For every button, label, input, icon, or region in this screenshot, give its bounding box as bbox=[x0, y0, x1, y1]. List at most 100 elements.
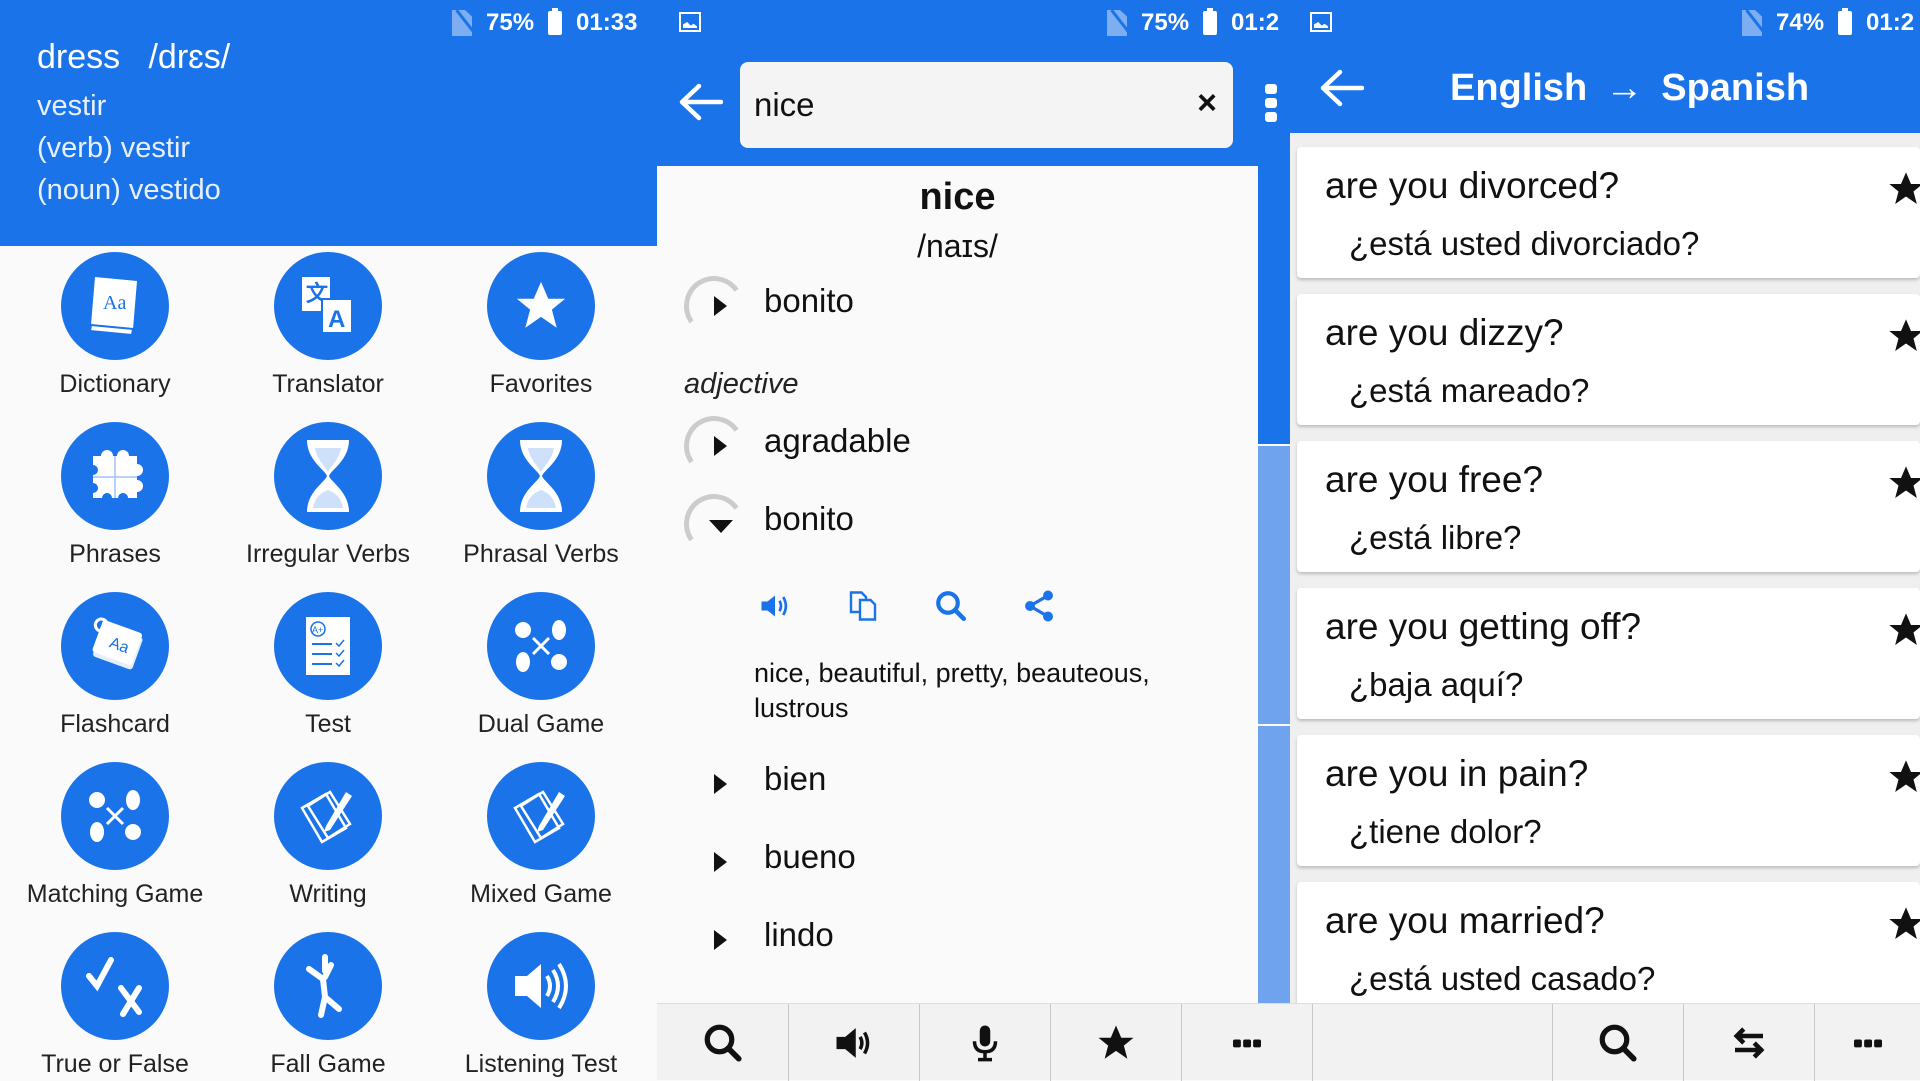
translation-entry[interactable]: agradable bbox=[679, 411, 1244, 481]
menu-label: Test bbox=[305, 710, 351, 738]
collapse-arrow-icon bbox=[709, 520, 733, 533]
menu-label: True or False bbox=[41, 1050, 189, 1078]
image-notification-icon bbox=[679, 12, 701, 32]
toolbar-speaker-button[interactable] bbox=[788, 1004, 919, 1081]
menu-irregular-verbs[interactable]: Irregular Verbs bbox=[218, 422, 438, 569]
headword: nice bbox=[919, 176, 996, 218]
menu-phrasal-verbs[interactable]: Phrasal Verbs bbox=[431, 422, 651, 569]
toolbar-more-button[interactable] bbox=[1814, 1004, 1920, 1081]
writing-pencil-icon bbox=[274, 762, 382, 870]
phrase-card[interactable]: are you in pain? ¿tiene dolor? bbox=[1297, 735, 1920, 866]
toolbar-search-button[interactable] bbox=[1552, 1004, 1683, 1081]
menu-label: Translator bbox=[272, 370, 384, 398]
phrase-card[interactable]: are you married? ¿está usted casado? bbox=[1297, 882, 1920, 1013]
dictionary-screen: 75% 01:2 × nice /naɪs/ bonito adjective … bbox=[657, 0, 1290, 1080]
favorite-star-icon[interactable] bbox=[1886, 463, 1920, 503]
favorite-star-icon[interactable] bbox=[1886, 169, 1920, 209]
fruit-match-icon bbox=[487, 592, 595, 700]
menu-writing[interactable]: Writing bbox=[218, 762, 438, 909]
toolbar-microphone-button[interactable] bbox=[919, 1004, 1050, 1081]
side-tab-irregular-verbs[interactable] bbox=[1258, 726, 1290, 1003]
clock: 01:33 bbox=[576, 9, 638, 36]
expand-arrow-icon bbox=[714, 930, 727, 950]
direction-arrow-icon: → bbox=[1605, 67, 1644, 109]
entry-actions bbox=[757, 588, 1057, 624]
menu-favorites[interactable]: Favorites bbox=[431, 252, 651, 399]
translation-entry-expanded[interactable]: bonito bbox=[679, 489, 1244, 559]
flashcard-icon: Aa bbox=[61, 592, 169, 700]
translation-entry[interactable]: bien bbox=[684, 754, 1244, 814]
entry-word: bonito bbox=[764, 500, 854, 537]
writing-pencil-icon bbox=[487, 762, 595, 870]
back-arrow-icon[interactable] bbox=[1318, 68, 1364, 108]
toolbar-search-button[interactable] bbox=[657, 1004, 788, 1081]
phrase-card[interactable]: are you dizzy? ¿está mareado? bbox=[1297, 294, 1920, 425]
phrase-card[interactable]: are you divorced? ¿está usted divorciado… bbox=[1297, 147, 1920, 278]
speaker-icon[interactable] bbox=[757, 588, 793, 624]
menu-test[interactable]: A+ Test bbox=[218, 592, 438, 739]
featured-word-pronunciation: /drɛs/ bbox=[148, 38, 231, 76]
favorite-star-icon[interactable] bbox=[1886, 316, 1920, 356]
bottom-toolbar bbox=[657, 1003, 1920, 1081]
menu-translator[interactable]: 文A Translator bbox=[218, 252, 438, 399]
translate-icon: 文A bbox=[274, 252, 382, 360]
side-tab-strip bbox=[1258, 166, 1290, 1003]
menu-dual-game[interactable]: Dual Game bbox=[431, 592, 651, 739]
search-icon[interactable] bbox=[933, 588, 969, 624]
phrase-card[interactable]: are you getting off? ¿baja aquí? bbox=[1297, 588, 1920, 719]
side-tab-phrases[interactable] bbox=[1258, 446, 1290, 724]
phrase-english: are you in pain? bbox=[1325, 753, 1589, 794]
favorite-star-icon[interactable] bbox=[1886, 757, 1920, 797]
translation-entry[interactable]: bonito bbox=[679, 271, 1244, 341]
search-input[interactable] bbox=[754, 62, 1154, 148]
menu-dictionary[interactable]: Aa Dictionary bbox=[5, 252, 225, 399]
phrasebook-header: 74% 01:2 English → Spanish bbox=[1290, 0, 1920, 133]
no-sim-icon bbox=[452, 10, 472, 36]
favorite-star-icon[interactable] bbox=[1886, 904, 1920, 944]
menu-fall-game[interactable]: Fall Game bbox=[218, 932, 438, 1079]
phrase-spanish: ¿está usted casado? bbox=[1349, 960, 1656, 997]
synonyms-text: nice, beautiful, pretty, beauteous, lust… bbox=[754, 658, 1150, 723]
copy-icon[interactable] bbox=[845, 588, 881, 624]
entry-word: lindo bbox=[764, 916, 834, 953]
phrase-spanish: ¿está mareado? bbox=[1349, 372, 1590, 409]
clock: 01:2 bbox=[1866, 9, 1915, 36]
speaker-icon bbox=[487, 932, 595, 1040]
overflow-menu-button[interactable] bbox=[1265, 84, 1277, 122]
featured-word: dress /drɛs/ bbox=[37, 38, 230, 77]
check-cross-icon bbox=[61, 932, 169, 1040]
toolbar-more-button[interactable] bbox=[1181, 1004, 1312, 1081]
star-icon bbox=[1098, 1025, 1134, 1059]
menu-true-or-false[interactable]: True or False bbox=[5, 932, 225, 1079]
toolbar-favorites-button[interactable] bbox=[1050, 1004, 1181, 1081]
no-sim-icon bbox=[1107, 10, 1127, 36]
no-sim-icon bbox=[1742, 10, 1762, 36]
battery-icon bbox=[1838, 8, 1853, 35]
more-dots-icon bbox=[1853, 1039, 1882, 1047]
menu-listening-test[interactable]: Listening Test bbox=[431, 932, 651, 1079]
phrase-card[interactable]: are you free? ¿está libre? bbox=[1297, 441, 1920, 572]
search-header: 75% 01:2 × bbox=[657, 0, 1290, 166]
battery-icon bbox=[548, 8, 563, 35]
back-arrow-icon[interactable] bbox=[677, 82, 723, 122]
menu-phrases[interactable]: Phrases bbox=[5, 422, 225, 569]
clear-search-button[interactable]: × bbox=[1197, 84, 1217, 123]
side-tab-translator[interactable] bbox=[1258, 166, 1290, 444]
translation-entry[interactable]: lindo bbox=[684, 910, 1244, 970]
share-icon[interactable] bbox=[1021, 588, 1057, 624]
puzzle-icon bbox=[61, 422, 169, 530]
menu-mixed-game[interactable]: Mixed Game bbox=[431, 762, 651, 909]
search-box[interactable]: × bbox=[740, 62, 1233, 148]
menu-flashcard[interactable]: Aa Flashcard bbox=[5, 592, 225, 739]
phrase-spanish: ¿tiene dolor? bbox=[1349, 813, 1542, 850]
toolbar-swap-languages-button[interactable] bbox=[1683, 1004, 1814, 1081]
phrase-spanish: ¿está usted divorciado? bbox=[1349, 225, 1700, 262]
language-pair-title[interactable]: English → Spanish bbox=[1450, 67, 1809, 110]
translation-entry[interactable]: bueno bbox=[684, 832, 1244, 892]
expand-arrow-icon bbox=[714, 774, 727, 794]
menu-matching-game[interactable]: Matching Game bbox=[5, 762, 225, 909]
favorite-star-icon[interactable] bbox=[1886, 610, 1920, 650]
microphone-icon bbox=[972, 1025, 998, 1061]
status-bar: 75% 01:2 bbox=[1107, 0, 1279, 46]
word-of-the-day-header[interactable]: 75% 01:33 dress /drɛs/ vestir (verb) ves… bbox=[0, 0, 657, 246]
